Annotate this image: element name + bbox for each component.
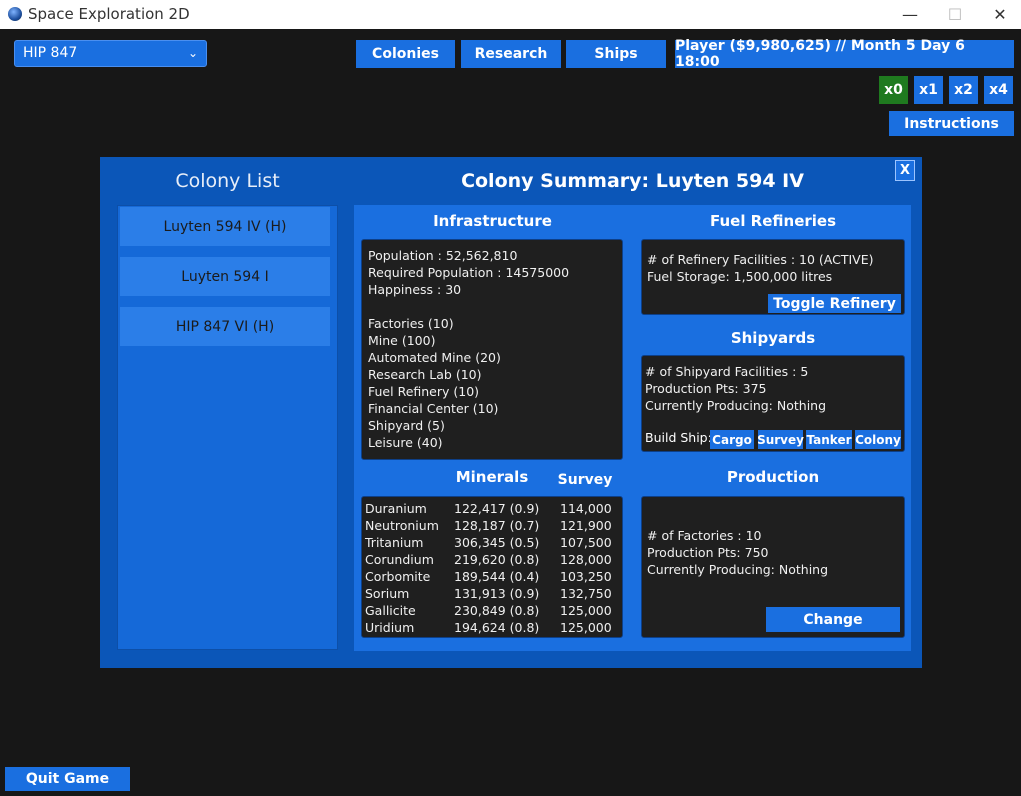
building-item: Factories (10) <box>368 316 454 331</box>
table-row: Neutronium 128,187 (0.7) 121,900 <box>365 517 612 534</box>
infrastructure-title: Infrastructure <box>433 212 552 230</box>
shipyard-facilities-stat: # of Shipyard Facilities : 5 <box>645 364 809 379</box>
speed-x4-button[interactable]: x4 <box>984 76 1013 104</box>
infrastructure-box: Population : 52,562,810 Required Populat… <box>361 239 623 460</box>
mineral-survey: 125,000 <box>560 603 612 618</box>
mineral-name: Neutronium <box>365 518 439 533</box>
mineral-amount: 230,849 (0.8) <box>454 603 540 618</box>
mineral-name: Sorium <box>365 586 410 601</box>
refinery-facilities-stat: # of Refinery Facilities : 10 (ACTIVE) <box>647 252 874 267</box>
table-row: Tritanium 306,345 (0.5) 107,500 <box>365 534 612 551</box>
fuel-storage-stat: Fuel Storage: 1,500,000 litres <box>647 269 833 284</box>
mineral-survey: 132,750 <box>560 586 612 601</box>
mineral-amount: 219,620 (0.8) <box>454 552 540 567</box>
happiness-stat: Happiness : 30 <box>368 282 462 297</box>
system-select[interactable]: HIP 847 ⌄ <box>14 40 207 67</box>
production-title: Production <box>726 468 820 486</box>
mineral-amount: 194,624 (0.8) <box>454 620 540 635</box>
maximize-button[interactable]: ☐ <box>932 0 978 29</box>
build-tanker-button[interactable]: Tanker <box>806 430 852 449</box>
minimize-button[interactable]: — <box>887 0 933 29</box>
chevron-down-icon: ⌄ <box>187 46 198 60</box>
mineral-survey: 121,900 <box>560 518 612 533</box>
table-row: Corbomite 189,544 (0.4) 103,250 <box>365 568 612 585</box>
window-close-button[interactable]: ✕ <box>977 0 1021 29</box>
mineral-name: Tritanium <box>365 535 424 550</box>
table-row: Duranium 122,417 (0.9) 114,000 <box>365 500 612 517</box>
quit-game-button[interactable]: Quit Game <box>5 767 130 791</box>
mineral-survey: 107,500 <box>560 535 612 550</box>
colony-list-title: Colony List <box>175 170 280 192</box>
instructions-button[interactable]: Instructions <box>889 111 1014 136</box>
minerals-box: Duranium 122,417 (0.9) 114,000 Neutronium 1… <box>361 496 623 638</box>
survey-title: Survey <box>557 472 613 488</box>
mineral-name: Uridium <box>365 620 415 635</box>
production-pts-stat: Production Pts: 750 <box>647 545 769 560</box>
minerals-table: Duranium 122,417 (0.9) 114,000 Neutronium 1… <box>365 500 612 636</box>
minerals-title: Minerals <box>455 468 529 486</box>
required-population-stat: Required Population : 14575000 <box>368 265 570 280</box>
fuel-refineries-title: Fuel Refineries <box>709 212 837 230</box>
building-item: Shipyard (5) <box>368 418 445 433</box>
mineral-name: Corundium <box>365 552 434 567</box>
planet-app-icon <box>8 7 22 21</box>
mineral-amount: 306,345 (0.5) <box>454 535 540 550</box>
colony-list-item[interactable]: HIP 847 VI (H) <box>120 307 330 346</box>
system-select-value: HIP 847 <box>23 45 78 61</box>
population-stat: Population : 52,562,810 <box>368 248 518 263</box>
mineral-amount: 131,913 (0.9) <box>454 586 540 601</box>
build-colony-button[interactable]: Colony <box>855 430 901 449</box>
speed-x2-button[interactable]: x2 <box>949 76 978 104</box>
building-item: Leisure (40) <box>368 435 443 450</box>
ships-button[interactable]: Ships <box>566 40 666 68</box>
build-survey-button[interactable]: Survey <box>757 430 804 449</box>
mineral-amount: 122,417 (0.9) <box>454 501 540 516</box>
production-currently-producing: Currently Producing: Nothing <box>647 562 829 577</box>
research-button[interactable]: Research <box>461 40 561 68</box>
table-row: Corundium 219,620 (0.8) 128,000 <box>365 551 612 568</box>
building-item: Financial Center (10) <box>368 401 499 416</box>
shipyard-production-pts: Production Pts: 375 <box>645 381 767 396</box>
build-ship-label: Build Ship: <box>645 430 712 445</box>
factories-stat: # of Factories : 10 <box>647 528 762 543</box>
player-status-button[interactable]: Player ($9,980,625) // Month 5 Day 6 18:… <box>675 38 1014 70</box>
build-cargo-button[interactable]: Cargo <box>710 430 754 449</box>
building-item: Automated Mine (20) <box>368 350 501 365</box>
table-row: Sorium 131,913 (0.9) 132,750 <box>365 585 612 602</box>
building-item: Fuel Refinery (10) <box>368 384 480 399</box>
mineral-survey: 128,000 <box>560 552 612 567</box>
mineral-survey: 103,250 <box>560 569 612 584</box>
mineral-name: Duranium <box>365 501 427 516</box>
window-titlebar: Space Exploration 2D — ☐ ✕ <box>0 0 1021 29</box>
colonies-button[interactable]: Colonies <box>356 40 455 68</box>
colony-summary-title: Colony Summary: Luyten 594 IV <box>461 170 804 192</box>
table-row: Uridium 194,624 (0.8) 125,000 <box>365 619 612 636</box>
table-row: Gallicite 230,849 (0.8) 125,000 <box>365 602 612 619</box>
colony-list-item[interactable]: Luyten 594 IV (H) <box>120 207 330 246</box>
speed-x0-button[interactable]: x0 <box>879 76 908 104</box>
mineral-survey: 114,000 <box>560 501 612 516</box>
mineral-name: Gallicite <box>365 603 416 618</box>
building-item: Mine (100) <box>368 333 436 348</box>
mineral-amount: 128,187 (0.7) <box>454 518 540 533</box>
toggle-refinery-button[interactable]: Toggle Refinery <box>768 294 901 313</box>
building-item: Research Lab (10) <box>368 367 482 382</box>
shipyard-currently-producing: Currently Producing: Nothing <box>645 398 827 413</box>
mineral-name: Corbomite <box>365 569 431 584</box>
speed-x1-button[interactable]: x1 <box>914 76 943 104</box>
colony-list-item[interactable]: Luyten 594 I <box>120 257 330 296</box>
mineral-amount: 189,544 (0.4) <box>454 569 540 584</box>
shipyards-title: Shipyards <box>730 329 816 347</box>
window-title: Space Exploration 2D <box>28 5 190 23</box>
change-production-button[interactable]: Change <box>766 607 900 632</box>
mineral-survey: 125,000 <box>560 620 612 635</box>
